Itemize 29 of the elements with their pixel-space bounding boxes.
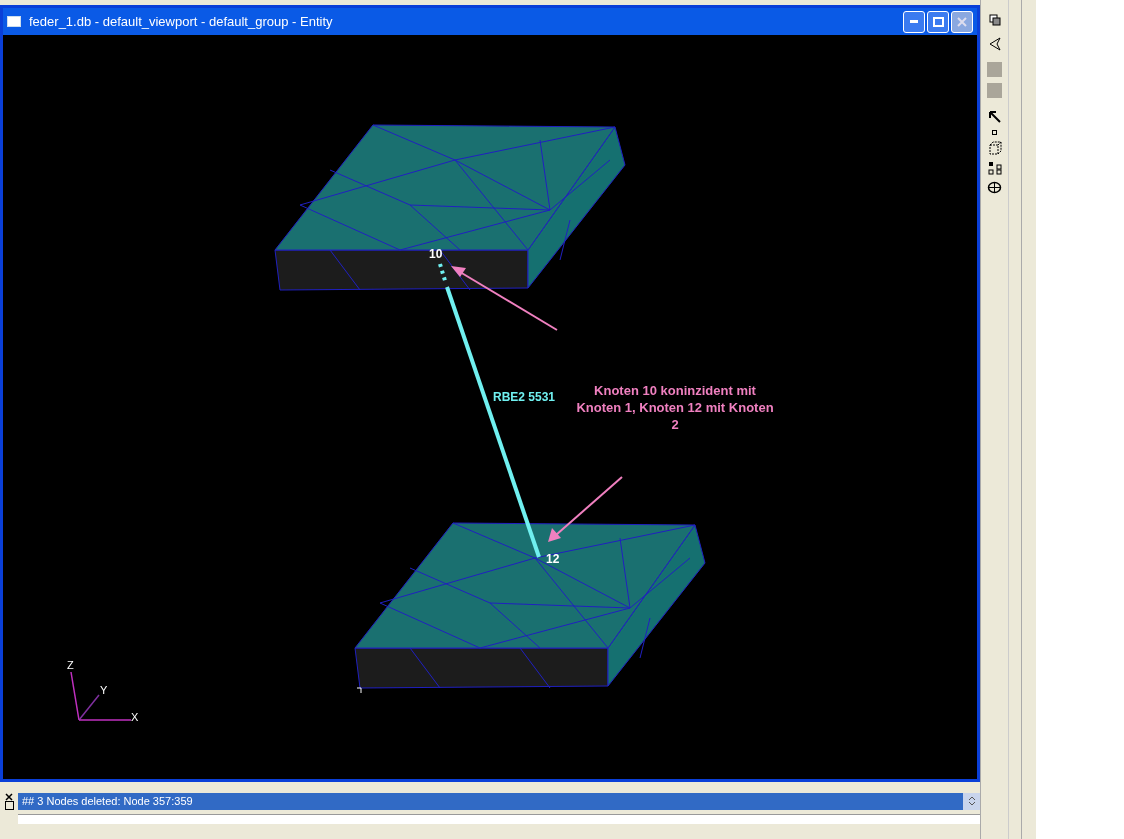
up-down-arrows-icon (967, 795, 976, 807)
axis-label: Y (100, 683, 108, 698)
pointer-icon[interactable] (987, 110, 1002, 124)
axis-label: Z (67, 658, 74, 673)
status-message: ## 3 Nodes deleted: Node 357:359 (22, 793, 193, 809)
minimize-icon (910, 20, 918, 23)
scroll-buttons[interactable] (963, 792, 980, 810)
close-button[interactable] (951, 10, 973, 33)
node-grid-icon[interactable] (987, 161, 1002, 175)
corner-marker (356, 687, 362, 694)
layers-icon[interactable] (988, 14, 1001, 26)
axis-triad (70, 671, 132, 721)
node-label: 10 (429, 246, 443, 263)
axis-label: X (131, 710, 139, 725)
maximize-icon (932, 16, 944, 27)
node-label: 12 (546, 551, 560, 568)
close-icon (957, 16, 967, 27)
shape-icon[interactable] (987, 36, 1002, 52)
minimize-button[interactable] (903, 10, 925, 33)
close-icon[interactable] (5, 792, 13, 801)
element-label: RBE2 5531 (493, 389, 556, 406)
globe-icon[interactable] (987, 181, 1002, 194)
command-field[interactable] (18, 814, 980, 824)
window-icon (7, 16, 21, 27)
maximize-button[interactable] (927, 10, 949, 33)
cube-icon[interactable] (987, 141, 1002, 155)
window-title: feder_1.db - default_viewport - default_group - Entity (29, 12, 334, 31)
restore-icon[interactable] (4, 800, 14, 810)
annotation-text: Knoten 10 koninzident mit Knoten 1, Knoten 12 mit Knoten 2 (575, 382, 775, 433)
